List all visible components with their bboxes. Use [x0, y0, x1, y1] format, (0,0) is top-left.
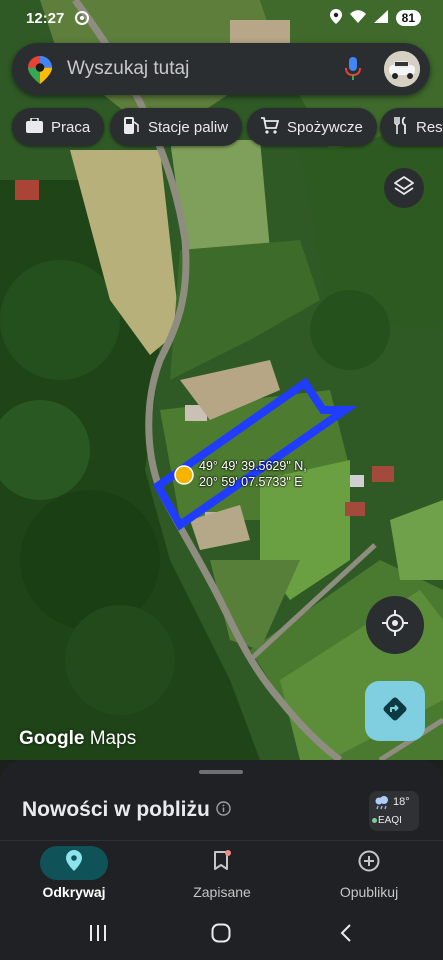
location-pin-icon	[66, 850, 82, 876]
layers-icon	[394, 175, 414, 201]
my-location-button[interactable]	[366, 596, 424, 654]
nav-odkrywaj[interactable]: Odkrywaj	[0, 841, 148, 911]
profile-avatar[interactable]	[384, 51, 420, 87]
search-bar[interactable]: Wyszukaj tutaj	[12, 43, 430, 95]
bottom-navigation: Odkrywaj Zapisane Opublikuj	[0, 840, 443, 911]
chip-label: Stacje paliw	[148, 118, 229, 136]
logo-maps-text: Maps	[89, 728, 137, 749]
shopping-cart-icon	[261, 116, 280, 138]
nav-opublikuj[interactable]: Opublikuj	[295, 841, 443, 911]
recent-apps-button[interactable]	[83, 922, 113, 948]
info-icon[interactable]	[216, 801, 231, 821]
chip-label: Rest	[416, 118, 443, 136]
sync-icon	[75, 11, 89, 29]
system-navigation-bar	[0, 910, 443, 960]
sheet-title: Nowości w pobliżu	[22, 798, 210, 821]
recent-apps-icon	[89, 924, 107, 946]
weather-rain-icon	[374, 796, 390, 813]
sheet-drag-handle[interactable]	[199, 770, 243, 774]
status-bar: 12:27 81	[0, 0, 443, 40]
layers-button[interactable]	[384, 168, 424, 208]
weather-temperature: 18°	[393, 796, 410, 808]
chip-label: Spożywcze	[287, 118, 363, 136]
chip-stacje-paliw[interactable]: Stacje paliw	[110, 108, 243, 146]
gas-station-icon	[124, 116, 140, 138]
chip-spozywcze[interactable]: Spożywcze	[247, 108, 377, 146]
wifi-icon	[349, 10, 366, 26]
nav-label: Opublikuj	[339, 884, 399, 900]
logo-google-text: Google	[19, 728, 85, 749]
weather-aqi: EAQI	[378, 815, 402, 826]
add-circle-icon	[358, 850, 380, 877]
status-time: 12:27	[26, 10, 65, 27]
restaurant-icon	[394, 115, 408, 138]
chip-praca[interactable]: Praca	[12, 108, 105, 146]
longitude-text: 20° 59' 07.5733" E	[199, 475, 303, 489]
battery-indicator: 81	[395, 10, 421, 26]
nav-label: Zapisane	[193, 884, 251, 900]
back-button[interactable]	[331, 922, 361, 948]
nav-zapisane[interactable]: Zapisane	[148, 841, 296, 911]
latitude-text: 49° 49' 39.5629" N,	[199, 459, 307, 473]
location-status-icon	[329, 9, 342, 27]
directions-button[interactable]	[365, 681, 425, 741]
search-input[interactable]: Wyszukaj tutaj	[67, 58, 189, 80]
microphone-icon[interactable]	[345, 57, 361, 86]
signal-icon	[373, 10, 388, 26]
weather-badge[interactable]: 18° EAQI	[369, 791, 419, 831]
chip-label: Praca	[51, 118, 91, 136]
chip-restauracje[interactable]: Rest	[380, 108, 443, 146]
google-maps-logo: Google Maps	[19, 728, 136, 750]
google-maps-pin-icon	[28, 56, 52, 89]
briefcase-icon	[26, 116, 43, 137]
crosshair-icon	[382, 609, 408, 641]
dropped-pin-marker[interactable]	[174, 465, 194, 485]
nav-label: Odkrywaj	[42, 884, 106, 900]
directions-icon	[382, 696, 408, 727]
coordinates-label: 49° 49' 39.5629" N, 20° 59' 07.5733" E	[199, 458, 307, 490]
bookmark-icon	[213, 849, 231, 877]
home-button[interactable]	[206, 922, 236, 948]
back-icon	[340, 923, 352, 947]
aqi-status-dot	[372, 818, 377, 823]
home-icon	[211, 923, 231, 948]
bottom-sheet[interactable]: Nowości w pobliżu 18° EAQI	[0, 760, 443, 840]
